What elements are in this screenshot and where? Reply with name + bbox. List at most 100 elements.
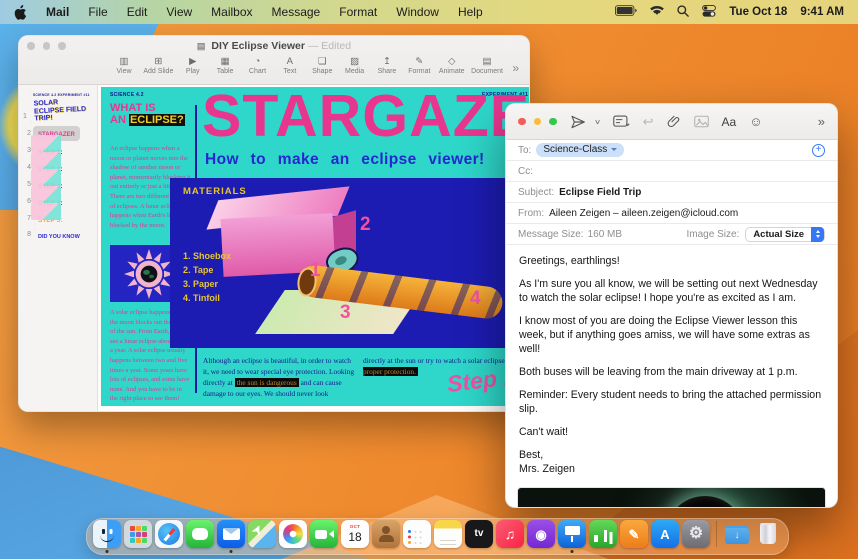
dock-item[interactable] [309,519,339,549]
menu-item[interactable]: View [166,5,192,19]
dock-item[interactable]: ✎ [619,519,649,549]
menu-item[interactable]: Mail [46,5,69,19]
dock-item[interactable] [278,519,308,549]
dock-app-icon[interactable]: ✎ [620,520,648,548]
attach-icon[interactable] [667,114,681,129]
menu-item[interactable]: Help [458,5,483,19]
zoom-button[interactable] [549,117,557,126]
wifi-icon[interactable] [650,5,665,19]
subject-field[interactable]: Subject: Eclipse Field Trip [506,182,837,203]
dock-item[interactable] [712,519,721,549]
dock-item[interactable] [185,519,215,549]
close-button[interactable] [518,117,526,126]
dock-app-icon[interactable] [372,520,400,548]
window-controls[interactable] [518,117,557,126]
menubar-date[interactable]: Tue Oct 18 [729,6,787,18]
toolbar-button[interactable]: ✎ Format [406,57,432,76]
text-format-icon[interactable]: Aa [722,115,737,129]
reply-icon[interactable]: ↩ [643,114,654,130]
menu-item[interactable]: Message [272,5,321,19]
toolbar-button[interactable]: A Text [277,57,303,76]
dock-item[interactable] [371,519,401,549]
insert-photo-icon[interactable] [693,115,709,128]
dock-app-icon[interactable] [716,521,717,547]
dock-item[interactable]: A [650,519,680,549]
dock-item[interactable]: ◉ [526,519,556,549]
dock-item[interactable]: ⚙ [681,519,711,549]
toolbar-button[interactable]: ↥ Share [374,57,400,76]
dock-app-icon[interactable] [279,520,307,548]
send-options-chevron-icon[interactable]: ∨ [593,118,600,126]
dock-app-icon[interactable] [310,520,338,548]
dock-item[interactable] [753,519,783,549]
dock-app-icon[interactable]: ↓ [723,520,751,548]
dock-app-icon[interactable] [124,520,152,548]
dock-app-icon[interactable] [248,520,276,548]
dock-item[interactable] [247,519,277,549]
to-recipient-token[interactable]: Science-Class [536,143,625,157]
dock-app-icon[interactable] [558,520,586,548]
toolbar-button[interactable]: ▶ Play [180,57,206,76]
dock-app-icon[interactable] [93,520,121,548]
cc-field[interactable]: Cc: [506,161,837,182]
toolbar-button[interactable]: ▦ Table [212,57,238,76]
toolbar-overflow-icon[interactable]: » [512,57,519,75]
dock-app-icon[interactable] [754,520,782,548]
dock-item[interactable]: ♫ [495,519,525,549]
menu-item[interactable]: Format [339,5,377,19]
message-body[interactable]: Greetings, earthlings! As I'm sure you al… [506,245,837,488]
dock-item[interactable] [433,519,463,549]
from-field[interactable]: From: Aileen Zeigen – aileen.zeigen@iclo… [506,203,837,224]
battery-icon[interactable] [615,5,638,19]
toolbar-button[interactable]: ▥ View [111,57,137,76]
toolbar-button[interactable]: ❏ Shape [309,57,335,76]
dock-app-icon[interactable]: A [651,520,679,548]
dock-app-icon[interactable]: tv [465,520,493,548]
send-icon[interactable] [570,114,586,130]
dock-app-icon[interactable]: ◉ [527,520,555,548]
toolbar-button[interactable]: ◇ Animate [439,57,465,76]
toolbar-button[interactable]: ▤ Document [471,57,503,76]
to-field[interactable]: To: Science-Class + [506,140,837,161]
dock-item[interactable] [588,519,618,549]
dock-item[interactable] [402,519,432,549]
toolbar-button[interactable]: ▨ Media [342,57,368,76]
dock-item[interactable] [557,519,587,553]
dock-item[interactable] [154,519,184,549]
slide-thumbnail[interactable]: STEP 5: [33,211,67,226]
dock-app-icon[interactable] [434,520,462,548]
slide-thumbnail[interactable]: DID YOU KNOW [33,228,85,242]
minimize-button[interactable] [533,117,541,126]
menubar-time[interactable]: 9:41 AM [800,6,844,18]
dock-item[interactable]: OCT 18 [340,519,370,549]
dock-app-icon[interactable] [589,520,617,548]
slide-thumbnail[interactable]: SCIENCE 4.2 EXPERIMENT #11 SOLAR ECLIPSE… [29,89,94,124]
toolbar-button[interactable]: ◔ Chart [244,57,270,76]
dock-app-icon[interactable] [155,520,183,548]
dock-item[interactable] [216,519,246,553]
dock-item[interactable] [92,519,122,553]
slide-canvas[interactable]: SCIENCE 4.2 EXPERIMENT #11 WHAT IS AN EC… [98,85,529,411]
dock-app-icon[interactable] [217,520,245,548]
apple-menu-icon[interactable] [14,4,27,20]
menu-item[interactable]: Edit [127,5,148,19]
spotlight-search-icon[interactable] [677,4,690,20]
dock-item[interactable]: tv [464,519,494,549]
eclipse-photo-attachment[interactable] [518,487,825,507]
dock-item[interactable]: ↓ [722,519,752,549]
control-center-icon[interactable] [702,4,717,20]
dock-app-icon[interactable]: OCT 18 [341,520,369,548]
dock-app-icon[interactable]: ⚙ [682,520,710,548]
image-size-select[interactable]: Actual Size [745,226,825,242]
add-recipient-icon[interactable]: + [812,143,825,157]
toolbar-button[interactable]: ⊞ Add Slide [143,57,173,76]
dock-app-icon[interactable] [403,520,431,548]
dock-app-icon[interactable]: ♫ [496,520,524,548]
menu-item[interactable]: Window [396,5,439,19]
dock-app-icon[interactable] [186,520,214,548]
header-fields-icon[interactable] [612,115,630,128]
emoji-icon[interactable]: ☺ [749,114,762,129]
toolbar-overflow-icon[interactable]: » [818,114,825,129]
menu-item[interactable]: Mailbox [211,5,252,19]
dock-item[interactable] [123,519,153,549]
